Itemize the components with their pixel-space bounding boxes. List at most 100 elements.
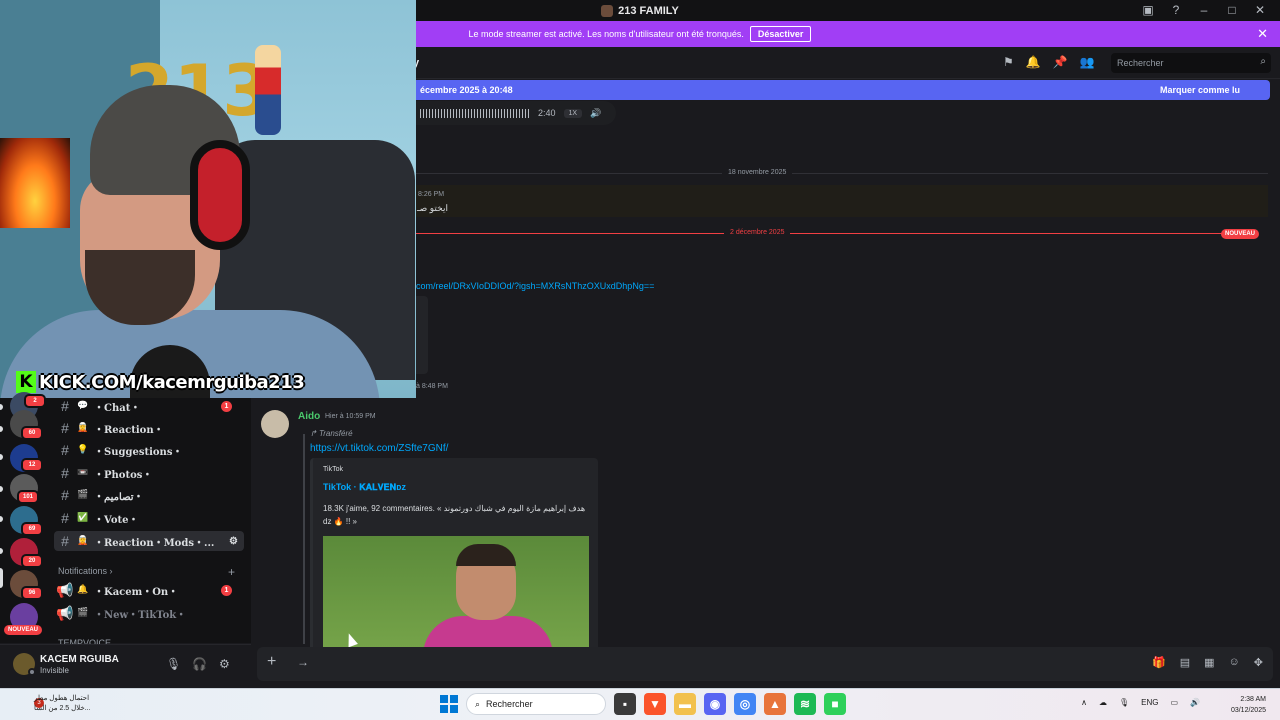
author-name[interactable]: Aido xyxy=(298,411,320,422)
channel-reaction[interactable]: # 🧝 ・Reaction・ xyxy=(54,418,244,438)
hash-icon: # xyxy=(61,487,69,503)
task-view-icon[interactable]: ▪ xyxy=(614,693,636,715)
channel-settings-icon[interactable]: ⚙ xyxy=(229,536,238,547)
channel-new-tiktok[interactable]: 📢 🎬 ・New・TikTok・ xyxy=(54,603,244,623)
close-banner-icon[interactable]: ✕ xyxy=(1257,26,1268,42)
language-indicator[interactable]: ENG xyxy=(1141,698,1158,707)
volume-icon[interactable]: 🔊 xyxy=(590,108,601,119)
windows-start-icon[interactable] xyxy=(440,695,458,713)
file-explorer-icon[interactable]: ▬ xyxy=(674,693,696,715)
playback-speed-button[interactable]: 1X xyxy=(563,108,583,118)
disable-streamer-button[interactable]: Désactiver xyxy=(749,26,812,42)
headset xyxy=(190,140,250,250)
clapperboard-icon: 🎬 xyxy=(77,608,89,618)
vlc-icon[interactable]: ▲ xyxy=(764,693,786,715)
inbox-icon[interactable]: ▣ xyxy=(1136,2,1160,18)
server-badge: 2 xyxy=(24,394,46,408)
channel-photos[interactable]: # 📼 ・Photos・ xyxy=(54,463,244,483)
lightbulb-icon: 💡 xyxy=(77,445,89,455)
elf-icon: 🧝 xyxy=(77,536,89,546)
chrome-icon[interactable]: ◎ xyxy=(734,693,756,715)
channel-suggestions[interactable]: # 💡 ・Suggestions・ xyxy=(54,440,244,460)
server-pip xyxy=(0,426,3,432)
window-controls: ▣ ? – □ ✕ xyxy=(1136,2,1272,18)
mic-tray-icon[interactable]: 🎙 xyxy=(1119,698,1129,707)
channel-name: ・Reaction・ xyxy=(94,424,164,436)
composer-tools: 🎁 ▤ ▦ ☺ ✥ xyxy=(1152,656,1263,669)
pin-icon[interactable]: 📌 xyxy=(1053,55,1068,69)
network-icon[interactable]: ▭ xyxy=(1170,698,1178,707)
clock-date: 03/12/2025 xyxy=(1230,707,1266,714)
discord-icon[interactable]: ◉ xyxy=(704,693,726,715)
embed-thumbnail[interactable] xyxy=(323,536,589,656)
attach-plus-icon[interactable]: + xyxy=(267,653,276,671)
gif-icon[interactable]: ▤ xyxy=(1180,656,1190,669)
embed-provider: TikTok xyxy=(323,466,343,473)
weather-line-2: خلال 2.5 من السا... xyxy=(34,705,91,712)
emoji-icon[interactable]: ☺ xyxy=(1229,656,1240,669)
message-timestamp-partial: à 8:48 PM xyxy=(416,383,448,390)
forward-arrow-icon[interactable]: → xyxy=(297,655,309,669)
search-input[interactable]: Rechercher ⌕ xyxy=(1111,53,1271,73)
sticker-icon[interactable]: ▦ xyxy=(1204,656,1214,669)
waveform[interactable] xyxy=(420,108,530,118)
username[interactable]: KACEM RGUIBA xyxy=(40,654,119,665)
channel-vote[interactable]: # ✅ ・Vote・ xyxy=(54,508,244,528)
members-icon[interactable]: 👥 xyxy=(1080,55,1095,69)
channel-chat[interactable]: # 💬 ・Chat・ 1 xyxy=(54,396,244,416)
channel-name: ・Chat・ xyxy=(94,402,141,414)
hash-icon: # xyxy=(61,510,69,526)
server-pip xyxy=(0,486,3,492)
hash-icon: # xyxy=(61,533,69,549)
chevron-up-icon[interactable]: ∧ xyxy=(1081,698,1087,707)
forwarded-label: ↱ Transféré xyxy=(310,429,353,438)
mark-as-read-button[interactable]: Marquer comme lu xyxy=(1160,85,1240,95)
windows-taskbar: 3 احتمال هطول مطر خلال 2.5 من السا... ⌕ … xyxy=(0,688,1280,720)
user-status: Invisible xyxy=(40,666,69,675)
channel-kacem-on[interactable]: 📢 🔔 ・Kacem・On・ 1 xyxy=(54,580,244,600)
player-hair xyxy=(456,544,516,566)
channel-name: ・New・TikTok・ xyxy=(94,609,187,621)
message-composer[interactable]: + → 🎁 ▤ ▦ ☺ ✥ xyxy=(257,647,1273,681)
hash-icon: # xyxy=(61,465,69,481)
add-channel-icon[interactable]: + xyxy=(228,565,235,579)
channel-reaction-mods[interactable]: # 🧝 ・Reaction・Mods・... ⚙ xyxy=(54,531,244,551)
server-badge: 60 xyxy=(21,426,43,440)
channel-designs[interactable]: # 🎬 ・تصاميم・ xyxy=(54,485,244,505)
channel-name: ・Kacem・On・ xyxy=(94,586,179,598)
mention-highlight xyxy=(416,185,1268,217)
headphones-icon[interactable]: 🎧 xyxy=(192,657,207,671)
close-icon[interactable]: ✕ xyxy=(1248,2,1272,18)
search-icon: ⌕ xyxy=(475,698,481,709)
brave-icon[interactable]: ▼ xyxy=(644,693,666,715)
avatar[interactable] xyxy=(261,410,289,438)
help-icon[interactable]: ? xyxy=(1164,2,1188,18)
threads-icon[interactable]: ⚑ xyxy=(1003,55,1014,69)
minimize-icon[interactable]: – xyxy=(1192,2,1216,18)
apps-icon[interactable]: ✥ xyxy=(1254,656,1263,669)
volume-icon[interactable]: 🔊 xyxy=(1190,698,1200,707)
unread-messages-bar[interactable]: écembre 2025 à 20:48 Marquer comme lu xyxy=(410,80,1270,100)
instagram-reel-link[interactable]: com/reel/DRxVIoDDIOd/?igsh=MXRsNThzOXUxd… xyxy=(416,281,654,291)
tiktok-link[interactable]: https://vt.tiktok.com/ZSfte7GNf/ xyxy=(310,443,448,454)
taskbar-search[interactable]: ⌕ Rechercher xyxy=(466,693,606,715)
settings-gear-icon[interactable]: ⚙ xyxy=(219,657,230,671)
clapperboard-icon: 🎬 xyxy=(77,490,89,500)
unread-count: 1 xyxy=(221,400,232,412)
maximize-icon[interactable]: □ xyxy=(1220,2,1244,18)
header-toolbar: ⚑ 🔔 📌 👥 xyxy=(1003,55,1095,69)
spotify-icon[interactable]: ≋ xyxy=(794,693,816,715)
voice-message-player: 2:40 1X 🔊 xyxy=(416,101,616,125)
taskbar-clock[interactable]: 2:38 AM 03/12/2025 xyxy=(1231,694,1266,716)
kick-app-icon[interactable]: ■ xyxy=(824,693,846,715)
bell-icon[interactable]: 🔔 xyxy=(1026,55,1041,69)
server-badge: 69 xyxy=(21,522,43,536)
gift-icon[interactable]: 🎁 xyxy=(1152,656,1166,669)
cloud-icon[interactable]: ☁ xyxy=(1099,698,1107,707)
bell-icon: 🔔 xyxy=(77,585,89,595)
channel-sidebar: # 💬 ・Chat・ 1 # 🧝 ・Reaction・ # 💡 ・Suggest… xyxy=(48,396,251,648)
category-notifications[interactable]: Notifications › + xyxy=(58,565,235,579)
embed-title[interactable]: TikTok · 𝐊𝐀𝐋𝐕𝐄𝐍ᴅᴢ xyxy=(323,482,406,493)
date-divider-label: 18 novembre 2025 xyxy=(722,169,793,176)
microphone-icon[interactable]: 🎙 xyxy=(166,657,181,671)
